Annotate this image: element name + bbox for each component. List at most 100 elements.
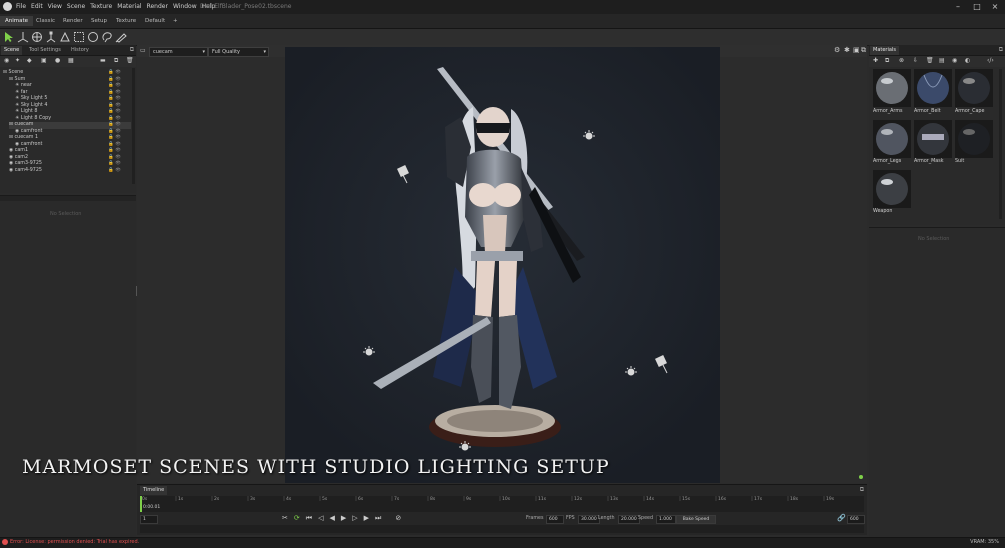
library-icon[interactable]: ▤ [939,57,945,64]
settings-icon[interactable]: ✱ [844,46,850,54]
prev-key-icon[interactable]: ◁ [318,514,323,523]
frames-input[interactable]: 600 [546,515,564,524]
material-thumbnail[interactable] [914,120,952,158]
length-input[interactable]: 20.000 [618,515,640,524]
assign-icon[interactable]: ◐ [965,57,970,64]
shadow-catcher-icon[interactable]: ▣ [41,57,47,64]
view-toggle-icon[interactable]: ‹/› [987,57,994,64]
menu-window[interactable]: Window [173,3,197,10]
circle-select-icon[interactable] [87,31,99,43]
remove-material-icon[interactable]: ⊗ [899,57,904,64]
copy-material-icon[interactable]: ⧉ [885,57,889,65]
error-icon [2,539,8,545]
step-forward-icon[interactable]: ▷ [352,514,357,523]
tree-item[interactable]: ◉ cam4-9725 🔒 👁 [9,168,131,175]
import-material-icon[interactable]: ⇩ [913,57,918,64]
step-back-icon[interactable]: ◀ [329,514,334,523]
scale-gizmo-icon[interactable] [45,31,57,43]
tab-default[interactable]: Default [140,16,170,26]
menu-material[interactable]: Material [117,3,141,10]
tab-scene[interactable]: Scene [1,46,23,55]
timeline-track[interactable]: 0s 1s 2s 3s 4s 5s 6s 7s 8s 9s 10s 11s 12… [140,496,864,512]
light-icon[interactable]: ✦ [15,57,20,64]
skip-start-icon[interactable]: ⏮ [306,514,312,523]
next-key-icon[interactable]: ▶ [364,514,369,523]
move-gizmo-icon[interactable] [17,31,29,43]
minimize-icon[interactable]: – [949,1,967,12]
speed-input[interactable]: 1.000 [656,515,676,524]
sphere-icon [958,72,990,104]
scene-tree-scrollbar[interactable] [132,68,135,184]
link-icon[interactable]: 🔗 [837,514,846,522]
select-arrow-icon[interactable] [3,31,15,43]
end-frame-input[interactable]: 600 [847,515,865,524]
undock-icon[interactable]: ⧉ [130,46,134,54]
tab-history[interactable]: History [68,46,92,55]
undock-icon[interactable]: ⧉ [861,46,866,55]
close-icon[interactable]: × [986,1,1004,12]
sphere-icon [917,72,949,104]
menu-edit[interactable]: Edit [31,3,43,10]
tab-animate[interactable]: Animate [0,16,34,26]
paint-select-icon[interactable] [115,31,127,43]
fps-input[interactable]: 30.000 [578,515,600,524]
rect-select-icon[interactable] [73,31,85,43]
undock-icon[interactable]: ⧉ [860,486,864,494]
camera-select[interactable]: cuecam ▾ [149,47,208,57]
picker-icon[interactable]: ◉ [952,57,957,64]
error-message[interactable]: Error: License: permission denied: Trial… [10,539,139,545]
materials-panel-tabs: Materials ⧉ [869,45,1005,56]
keyframe-track[interactable] [140,525,864,533]
material-thumbnail[interactable] [873,69,911,107]
bake-speed-button[interactable]: Bake Speed [676,515,716,524]
render-view[interactable] [285,47,720,483]
duplicate-icon[interactable]: ⧉ [114,57,118,65]
play-icon[interactable]: ▶ [341,514,346,523]
delete-icon[interactable]: 🗑 [126,57,134,64]
maximize-icon[interactable]: □ [968,1,986,12]
folder-icon[interactable]: ▬ [100,57,106,64]
tab-setup[interactable]: Setup [86,16,112,26]
loop-icon[interactable]: ⟳ [294,514,300,523]
quality-select[interactable]: Full Quality ▾ [208,47,269,57]
no-selection-label: No Selection [50,211,82,217]
tick-label: 12s [574,497,583,502]
material-thumbnail[interactable] [873,120,911,158]
menu-render[interactable]: Render [147,3,168,10]
add-tab-button[interactable]: + [168,16,183,26]
group-icon[interactable]: ▦ [68,57,74,64]
sphere-icon [876,123,908,155]
undock-icon[interactable]: ⧉ [999,46,1003,54]
scissors-icon[interactable]: ✂ [282,514,288,523]
frame-input[interactable]: 1 [140,515,158,524]
material-thumbnail[interactable] [873,170,911,208]
tab-render[interactable]: Render [58,16,88,26]
gear-icon[interactable]: ⚙ [834,46,840,54]
material-thumbnail[interactable] [955,120,993,158]
material-icon[interactable]: ● [55,57,60,64]
tab-classic[interactable]: Classic [31,16,60,26]
rotate-gizmo-icon[interactable] [31,31,43,43]
material-thumbnail[interactable] [955,69,993,107]
screenshot-icon[interactable]: ▣ [853,46,860,54]
camera-menu-icon[interactable]: ▭ [140,47,146,54]
menu-file[interactable]: File [16,3,26,10]
menu-texture[interactable]: Texture [90,3,112,10]
chevron-down-icon: ▾ [202,49,205,55]
object-icon[interactable]: ◆ [27,57,32,64]
add-material-icon[interactable]: ✚ [873,57,878,64]
record-icon[interactable]: ⊘ [395,514,401,523]
menu-scene[interactable]: Scene [67,3,85,10]
pivot-icon[interactable] [59,31,71,43]
skip-end-icon[interactable]: ⏭ [375,514,381,523]
tab-materials[interactable]: Materials [870,46,899,55]
scene-toolbar: ◉ ✦ ◆ ▣ ● ▦ ▬ ⧉ 🗑 [0,56,136,67]
menu-view[interactable]: View [48,3,62,10]
lasso-select-icon[interactable] [101,31,113,43]
material-thumbnail[interactable] [914,69,952,107]
camera-icon[interactable]: ◉ [4,57,9,64]
delete-icon[interactable]: 🗑 [926,57,934,64]
tab-texture[interactable]: Texture [111,16,141,26]
materials-scrollbar[interactable] [999,69,1002,219]
tab-tool-settings[interactable]: Tool Settings [26,46,64,55]
